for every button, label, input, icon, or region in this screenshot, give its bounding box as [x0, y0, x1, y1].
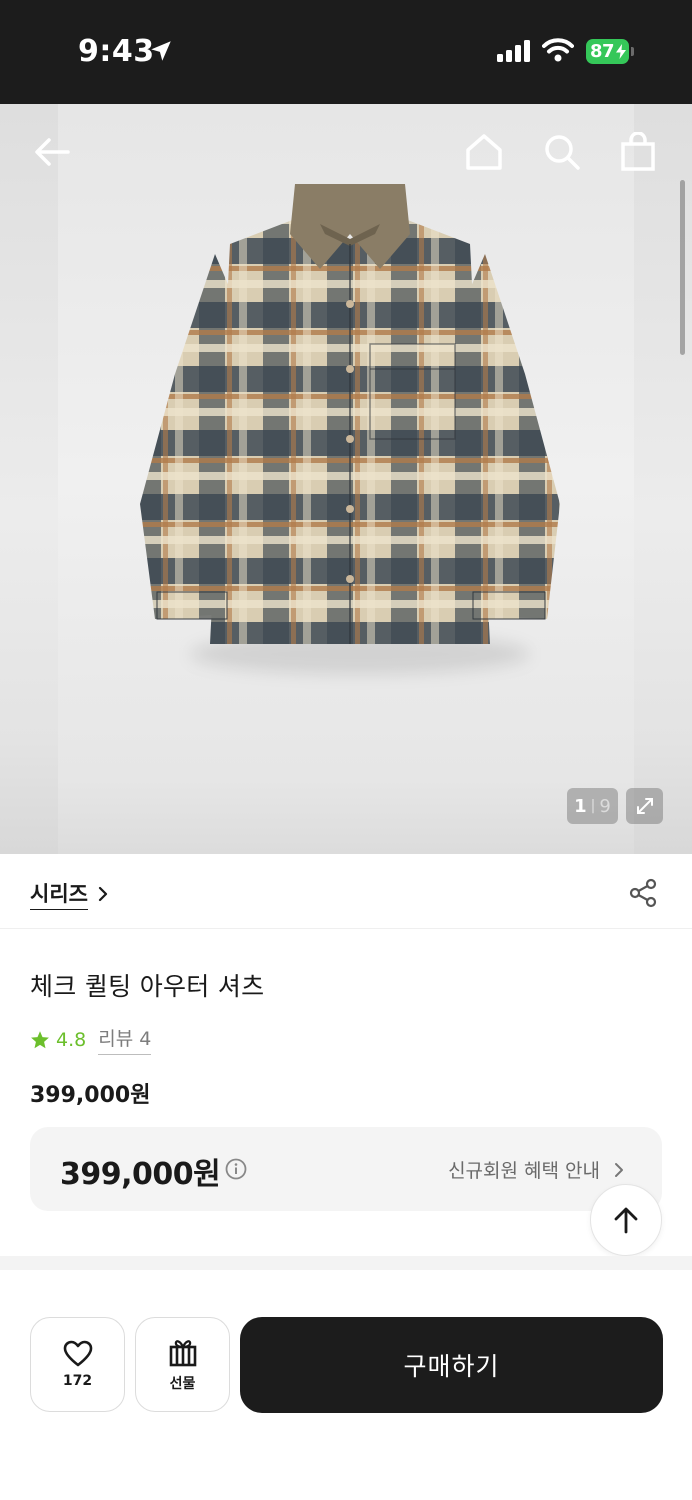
- image-total: 9: [599, 795, 611, 817]
- wifi-icon: [542, 38, 574, 66]
- expand-icon: [636, 798, 653, 814]
- benefit-price: 399,000원: [60, 1157, 221, 1192]
- product-price: 399,000원: [30, 1083, 151, 1108]
- battery-level: 87: [590, 41, 615, 62]
- brand-link[interactable]: 시리즈: [30, 878, 108, 910]
- rating-row: 4.8 리뷰 4: [30, 1024, 152, 1055]
- scroll-indicator[interactable]: [680, 180, 685, 355]
- heart-icon: [63, 1340, 92, 1367]
- info-icon[interactable]: [225, 1158, 247, 1180]
- status-time: 9:43: [78, 34, 155, 69]
- chevron-right-icon: [615, 1162, 623, 1177]
- like-button[interactable]: 172: [30, 1317, 125, 1412]
- gift-label: 선물: [169, 1375, 196, 1392]
- shopping-bag-icon[interactable]: [618, 131, 658, 172]
- status-bar: 9:43 87: [0, 0, 692, 104]
- new-member-benefit-link[interactable]: 신규회원 혜택 안내: [448, 1156, 624, 1183]
- star-icon: [31, 1030, 49, 1048]
- image-current: 1: [574, 795, 587, 817]
- image-counter: 1 | 9: [567, 788, 618, 824]
- section-divider: [0, 1256, 692, 1270]
- review-link[interactable]: 리뷰 4: [98, 1024, 152, 1055]
- image-separator: |: [590, 798, 596, 814]
- product-photo: [140, 184, 560, 644]
- brand-label: 시리즈: [30, 878, 88, 910]
- product-image-gallery[interactable]: 1 | 9: [0, 104, 692, 854]
- benefit-box[interactable]: 399,000원 신규회원 혜택 안내: [30, 1127, 662, 1211]
- charging-bolt-icon: [616, 44, 626, 59]
- location-arrow-icon: [148, 38, 174, 68]
- scroll-to-top-button[interactable]: [590, 1184, 662, 1256]
- rating-value: 4.8: [56, 1028, 87, 1051]
- expand-button[interactable]: [626, 788, 663, 824]
- share-icon[interactable]: [628, 878, 658, 908]
- benefit-link-label: 신규회원 혜택 안내: [448, 1160, 600, 1182]
- home-icon[interactable]: [464, 132, 504, 172]
- chevron-right-icon: [98, 886, 108, 902]
- back-arrow-icon[interactable]: [32, 132, 72, 172]
- battery-indicator: 87: [586, 39, 634, 64]
- gift-icon: [169, 1339, 196, 1366]
- search-icon[interactable]: [542, 132, 582, 172]
- signal-icon: [497, 40, 531, 66]
- gift-button[interactable]: 선물: [135, 1317, 230, 1412]
- purchase-bar: 172 선물 구매하기: [0, 1290, 692, 1500]
- buy-button[interactable]: 구매하기: [240, 1317, 663, 1413]
- brand-row: 시리즈: [0, 854, 692, 929]
- like-count: 172: [62, 1373, 93, 1389]
- product-title: 체크 퀼팅 아우터 셔츠: [30, 972, 265, 1001]
- arrow-up-icon: [614, 1207, 638, 1234]
